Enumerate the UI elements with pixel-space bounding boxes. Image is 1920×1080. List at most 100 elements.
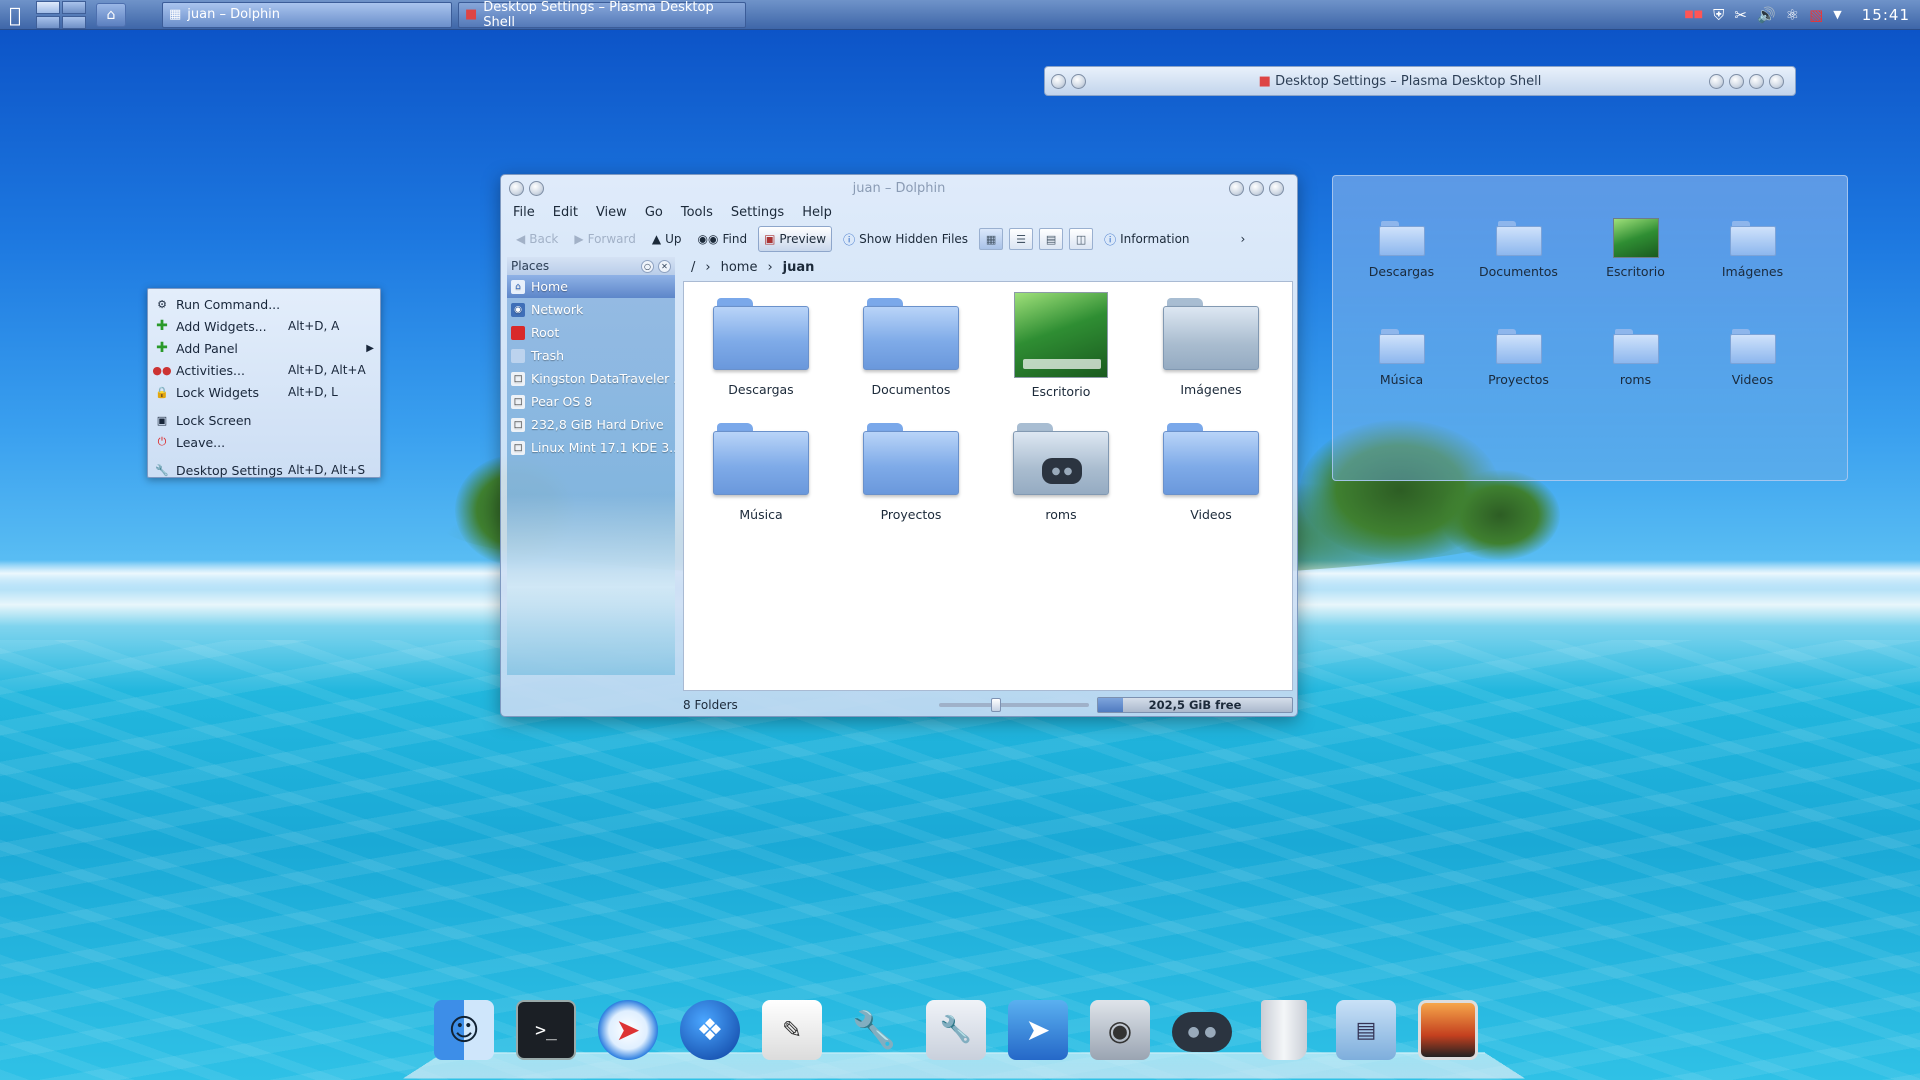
folder-view-item[interactable]: Escritorio — [1577, 218, 1694, 326]
scissors-icon[interactable]: ✂ — [1734, 6, 1747, 24]
menu-file[interactable]: File — [513, 205, 535, 220]
chevron-right-icon[interactable]: › — [705, 260, 710, 275]
place-hard-drive[interactable]: □ 232,8 GiB Hard Drive — [507, 413, 675, 436]
chevron-right-icon[interactable]: › — [1241, 232, 1246, 246]
usb-icon[interactable]: ⚛ — [1786, 6, 1799, 24]
dolphin-icon[interactable]: ❖ — [680, 1000, 740, 1060]
pager-desktop-1[interactable] — [36, 0, 60, 14]
file-item[interactable]: Imágenes — [1136, 292, 1286, 417]
chevron-down-icon[interactable]: ▼ — [1833, 8, 1841, 21]
pager-desktop-2[interactable] — [62, 0, 86, 14]
maximize-button[interactable] — [1249, 180, 1264, 196]
file-item[interactable]: Música — [686, 417, 836, 542]
chevron-right-icon[interactable]: › — [767, 260, 772, 275]
network-monitor-icon[interactable]: ■■ — [1684, 9, 1703, 20]
window-sticky-button[interactable] — [1071, 73, 1086, 89]
display-icon[interactable] — [1418, 1000, 1478, 1060]
menu-help[interactable]: Help — [802, 205, 832, 220]
preview-button[interactable]: ▣ Preview — [758, 226, 833, 252]
compact-view-button[interactable]: ☰ — [1009, 228, 1034, 250]
minimize-button[interactable] — [1229, 180, 1244, 196]
file-item[interactable]: Descargas — [686, 292, 836, 417]
menu-item-lock-widgets[interactable]: 🔒 Lock Widgets Alt+D, L — [150, 381, 378, 403]
desktop-pager[interactable] — [36, 0, 86, 29]
task-dolphin[interactable]: ▦ juan – Dolphin — [162, 1, 452, 28]
pointer-app-icon[interactable]: ➤ — [1008, 1000, 1068, 1060]
safari-icon[interactable]: ➤ — [598, 1000, 658, 1060]
terminal-icon[interactable]: >_ — [516, 1000, 576, 1060]
free-space-bar[interactable]: 202,5 GiB free — [1097, 697, 1293, 713]
system-tools-icon[interactable]: 🔧 — [844, 1000, 904, 1060]
menu-item-desktop-settings[interactable]: 🔧 Desktop Settings Alt+D, Alt+S — [150, 459, 378, 481]
battery-warning-icon[interactable]: ▧ — [1809, 6, 1823, 24]
forward-button[interactable]: ▶ Forward — [569, 226, 641, 252]
file-view[interactable]: Descargas Documentos Escritorio Imágenes… — [683, 281, 1293, 691]
pager-desktop-3[interactable] — [36, 15, 60, 29]
menu-item-leave[interactable]: ⏻ Leave... — [150, 431, 378, 453]
menu-item-activities[interactable]: ●● Activities... Alt+D, Alt+A — [150, 359, 378, 381]
text-editor-icon[interactable]: ✎ — [762, 1000, 822, 1060]
back-button[interactable]: ◀ Back — [511, 226, 563, 252]
file-item[interactable]: Videos — [1136, 417, 1286, 542]
place-linux-mint[interactable]: □ Linux Mint 17.1 KDE 3... — [507, 436, 675, 459]
window-titlebar[interactable]: juan – Dolphin — [501, 175, 1297, 201]
float-panel-icon[interactable]: ○ — [641, 259, 654, 273]
menu-item-run-command[interactable]: ⚙ Run Command... — [150, 293, 378, 315]
shield-icon[interactable]: ⛨ — [1713, 6, 1724, 24]
help-button[interactable] — [1709, 73, 1724, 89]
folder-view-item[interactable]: Imágenes — [1694, 218, 1811, 326]
file-item[interactable]: Proyectos — [836, 417, 986, 542]
file-item[interactable]: Documentos — [836, 292, 986, 417]
close-button[interactable] — [1269, 180, 1284, 196]
minimize-button[interactable] — [1729, 73, 1744, 89]
icons-view-button[interactable]: ▦ — [979, 228, 1004, 250]
maximize-button[interactable] — [1749, 73, 1764, 89]
breadcrumb-home[interactable]: home — [721, 260, 758, 275]
up-button[interactable]: ▲ Up — [647, 226, 687, 252]
clock[interactable]: 15:41 — [1862, 6, 1910, 24]
folder-view-item[interactable]: Proyectos — [1460, 326, 1577, 434]
folder-view-item[interactable]: Música — [1343, 326, 1460, 434]
preferences-icon[interactable]: 🔧 — [926, 1000, 986, 1060]
menu-go[interactable]: Go — [645, 205, 663, 220]
folder-view-item[interactable]: Descargas — [1343, 218, 1460, 326]
zoom-slider[interactable] — [939, 698, 1089, 712]
details-view-button[interactable]: ▤ — [1039, 228, 1064, 250]
file-item[interactable]: ● ● roms — [986, 417, 1136, 542]
apple-menu-icon[interactable]:  — [0, 0, 30, 30]
window-menu-button[interactable] — [1051, 73, 1066, 89]
show-hidden-files-button[interactable]: ⓘ Show Hidden Files — [838, 226, 973, 252]
folder-view-item[interactable]: roms — [1577, 326, 1694, 434]
folder-view-item[interactable]: Videos — [1694, 326, 1811, 434]
home-icon[interactable]: ⌂ — [96, 2, 126, 27]
window-sticky-button[interactable] — [529, 180, 544, 196]
split-view-button[interactable]: ◫ — [1069, 228, 1094, 250]
pager-desktop-4[interactable] — [62, 15, 86, 29]
file-item[interactable]: Escritorio — [986, 292, 1136, 417]
camera-icon[interactable]: ◉ — [1090, 1000, 1150, 1060]
place-kingston[interactable]: □ Kingston DataTraveler ... — [507, 367, 675, 390]
place-root[interactable]: Root — [507, 321, 675, 344]
menu-view[interactable]: View — [596, 205, 627, 220]
task-desktop-settings[interactable]: ■ Desktop Settings – Plasma Desktop Shel… — [458, 0, 746, 30]
menu-settings[interactable]: Settings — [731, 205, 784, 220]
information-button[interactable]: ⓘ Information — [1099, 226, 1194, 252]
place-network[interactable]: ◉ Network — [507, 298, 675, 321]
zoom-slider-handle[interactable] — [991, 698, 1001, 712]
place-pear-os[interactable]: □ Pear OS 8 — [507, 390, 675, 413]
menu-item-add-widgets[interactable]: ✚ Add Widgets... Alt+D, A — [150, 315, 378, 337]
menu-item-add-panel[interactable]: ✚ Add Panel ▶ — [150, 337, 378, 359]
menu-item-lock-screen[interactable]: ▣ Lock Screen — [150, 409, 378, 431]
file-cabinet-icon[interactable]: ▤ — [1336, 1000, 1396, 1060]
find-button[interactable]: ◉◉ Find — [693, 226, 753, 252]
breadcrumb-current[interactable]: juan — [783, 260, 815, 275]
trash-icon[interactable] — [1261, 1000, 1307, 1060]
volume-icon[interactable]: 🔊 — [1757, 6, 1776, 24]
close-icon[interactable]: ✕ — [658, 259, 671, 273]
window-menu-button[interactable] — [509, 180, 524, 196]
menu-edit[interactable]: Edit — [553, 205, 578, 220]
desktop-settings-window[interactable]: ■ Desktop Settings – Plasma Desktop Shel… — [1044, 66, 1796, 96]
place-trash[interactable]: Trash — [507, 344, 675, 367]
close-button[interactable] — [1769, 73, 1784, 89]
place-home[interactable]: ⌂ Home — [507, 275, 675, 298]
